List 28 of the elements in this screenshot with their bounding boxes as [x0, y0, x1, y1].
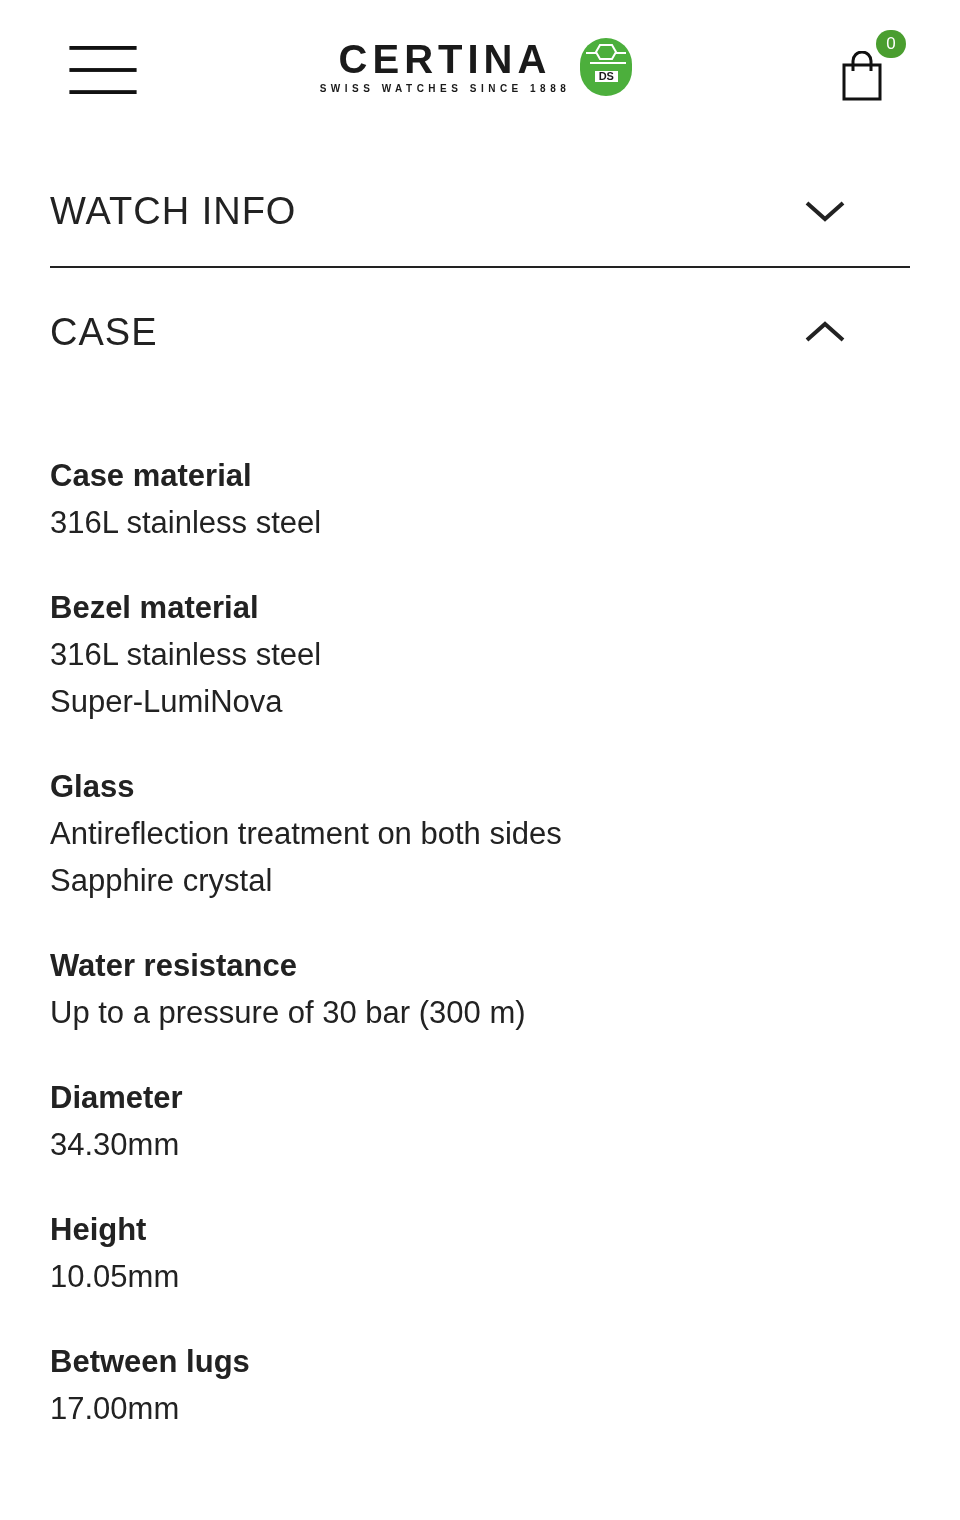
spec-value: Sapphire crystal — [50, 862, 274, 900]
emblem-letters: DS — [594, 71, 618, 82]
shopping-bag-icon — [842, 51, 882, 101]
cart-button[interactable] — [842, 51, 882, 101]
brand-tagline: SWISS WATCHES SINCE 1888 — [319, 83, 571, 95]
spec-value: Antireflection treatment on both sides — [50, 815, 563, 853]
brand-wordmark: CERTINA — [338, 39, 552, 79]
cart-count-badge: 0 — [876, 30, 906, 58]
chevron-down-icon — [804, 199, 846, 223]
spec-label: Diameter — [50, 1079, 184, 1117]
spec-label: Between lugs — [50, 1343, 251, 1381]
spec-label: Bezel material — [50, 589, 260, 627]
chevron-up-icon — [804, 320, 846, 344]
spec-label: Water resistance — [50, 947, 298, 985]
spec-label: Height — [50, 1211, 148, 1249]
spec-value: 316L stainless steel — [50, 636, 323, 674]
accordion-header[interactable]: WATCH INFO — [50, 140, 910, 268]
spec-value: 316L stainless steel — [50, 504, 323, 542]
menu-button[interactable] — [68, 44, 140, 96]
spec-value: Super-LumiNova — [50, 683, 284, 721]
spec-value: 34.30mm — [50, 1126, 181, 1164]
spec-label: Case material — [50, 457, 253, 495]
spec-label: Glass — [50, 768, 136, 806]
menu-icon — [68, 46, 138, 94]
spec-value: 17.00mm — [50, 1390, 181, 1428]
accordion-header[interactable]: CASE — [50, 268, 910, 396]
spec-value: Up to a pressure of 30 bar (300 m) — [50, 994, 527, 1032]
spec-value: 10.05mm — [50, 1258, 181, 1296]
